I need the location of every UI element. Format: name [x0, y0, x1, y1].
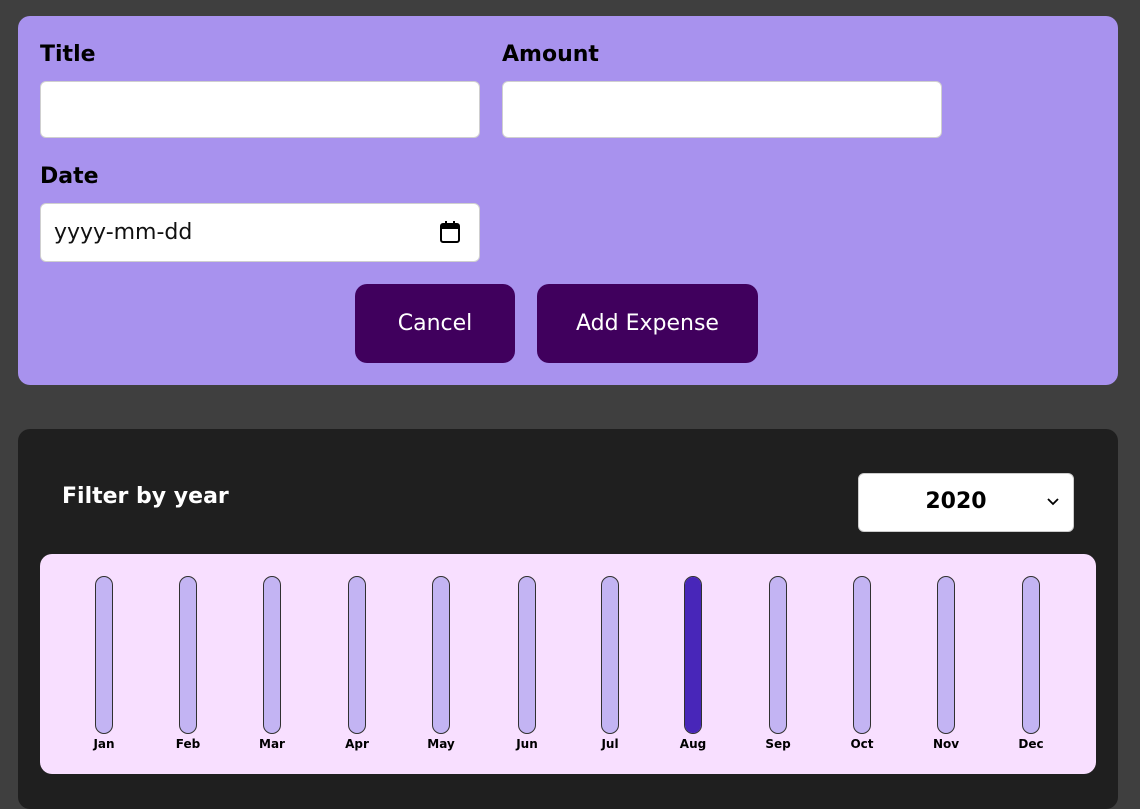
chart-bar-mar: Mar — [252, 576, 292, 766]
chart-bar-track — [1022, 576, 1040, 734]
expenses-chart: Jan Feb Mar Apr May Jun Jul Aug Sep Oct Nov Dec — [40, 554, 1096, 774]
chart-bar-apr: Apr — [337, 576, 377, 766]
date-label: Date — [40, 164, 99, 189]
chart-bar-label: Feb — [175, 737, 201, 751]
chart-bar-label: Jul — [601, 737, 619, 751]
chart-bar-track — [263, 576, 281, 734]
chart-bar-track — [348, 576, 366, 734]
chart-bar-nov: Nov — [926, 576, 966, 766]
chart-bar-dec: Dec — [1011, 576, 1051, 766]
chart-bar-label: May — [427, 737, 455, 751]
calendar-icon[interactable] — [439, 220, 461, 244]
chart-bar-fill — [685, 577, 701, 733]
chart-bar-track — [853, 576, 871, 734]
chart-bar-label: Dec — [1018, 737, 1044, 751]
chart-bar-track — [769, 576, 787, 734]
amount-label: Amount — [502, 42, 599, 67]
chart-bar-track — [95, 576, 113, 734]
chart-bar-track — [601, 576, 619, 734]
chart-bar-aug: Aug — [673, 576, 713, 766]
chart-bar-may: May — [421, 576, 461, 766]
chart-bar-jan: Jan — [84, 576, 124, 766]
chart-bar-track — [179, 576, 197, 734]
title-label: Title — [40, 42, 96, 67]
filter-label: Filter by year — [62, 484, 229, 509]
year-select[interactable]: 2020 — [858, 473, 1074, 532]
chevron-down-icon — [1047, 498, 1059, 506]
chart-bar-jun: Jun — [507, 576, 547, 766]
chart-bar-label: Mar — [259, 737, 285, 751]
chart-bar-track — [684, 576, 702, 734]
chart-bar-track — [432, 576, 450, 734]
chart-bar-label: Sep — [765, 737, 791, 751]
chart-bar-sep: Sep — [758, 576, 798, 766]
chart-bar-jul: Jul — [590, 576, 630, 766]
title-input[interactable] — [40, 81, 480, 138]
date-placeholder: yyyy-mm-dd — [54, 220, 193, 245]
amount-input[interactable] — [502, 81, 942, 138]
date-input[interactable]: yyyy-mm-dd — [40, 203, 480, 262]
chart-bar-track — [937, 576, 955, 734]
add-expense-button[interactable]: Add Expense — [537, 284, 758, 363]
chart-bar-label: Nov — [932, 737, 960, 751]
expenses-panel: Filter by year 2020 Jan Feb Mar Apr May Jun Ju… — [18, 429, 1118, 809]
year-select-value: 2020 — [925, 489, 987, 514]
cancel-button[interactable]: Cancel — [355, 284, 515, 363]
chart-bar-label: Jun — [516, 737, 538, 751]
chart-bar-label: Jan — [93, 737, 115, 751]
chart-bar-oct: Oct — [842, 576, 882, 766]
chart-bar-feb: Feb — [168, 576, 208, 766]
new-expense-form: Title Amount Date yyyy-mm-dd Cancel Add … — [18, 16, 1118, 385]
chart-bar-label: Aug — [679, 737, 707, 751]
chart-bar-label: Oct — [850, 737, 874, 751]
chart-bar-track — [518, 576, 536, 734]
chart-bar-label: Apr — [345, 737, 369, 751]
